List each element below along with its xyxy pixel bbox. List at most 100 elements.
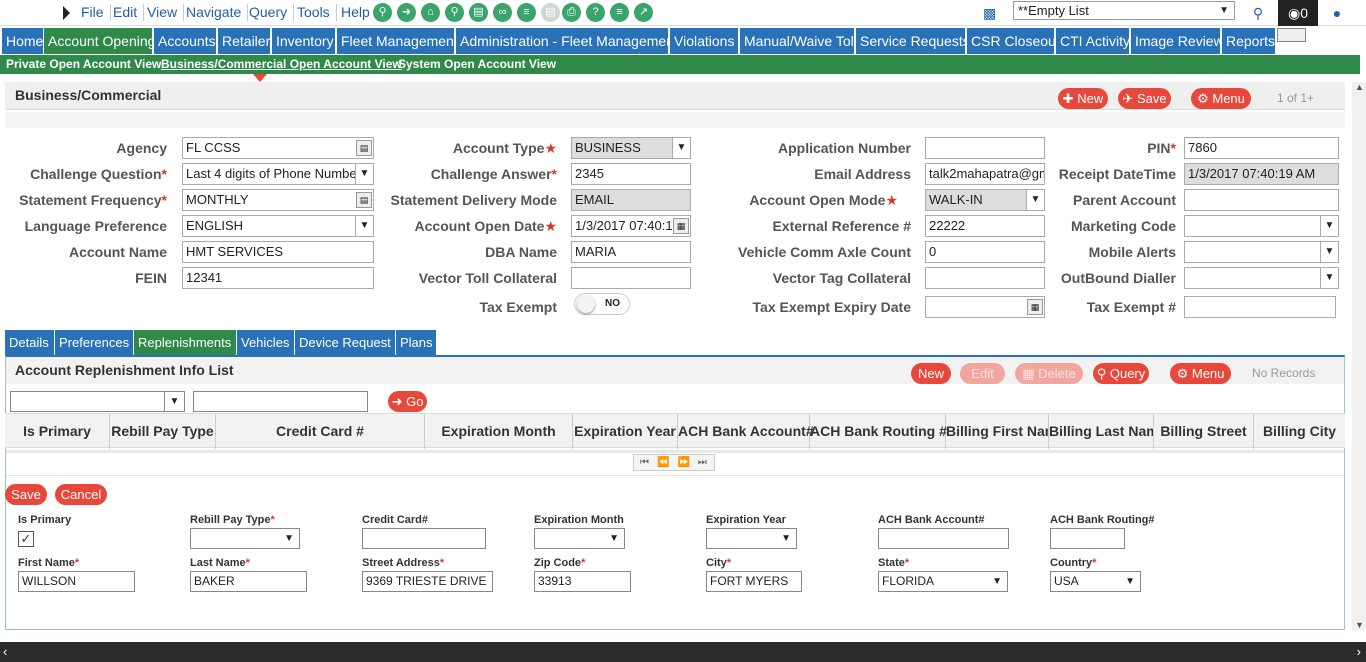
list-select[interactable]: **Empty List ▼ xyxy=(1013,1,1235,20)
list-icon[interactable]: ≡ xyxy=(517,3,536,22)
forward-icon[interactable]: ➜ xyxy=(397,3,416,22)
fein-input[interactable]: 12341 xyxy=(182,267,374,289)
credit-card-input[interactable] xyxy=(362,528,486,549)
vector-tag-collateral-input[interactable] xyxy=(925,267,1045,289)
first-name-input[interactable]: WILLSON xyxy=(18,571,135,592)
col-is-primary[interactable]: Is Primary xyxy=(5,414,110,449)
col-ach-bank-routing[interactable]: ACH Bank Routing # xyxy=(810,414,947,449)
col-billing-first-name[interactable]: Billing First Nam xyxy=(946,414,1049,449)
nav-violations[interactable]: Violations xyxy=(670,28,738,54)
is-primary-checkbox[interactable]: ✓ xyxy=(18,531,34,547)
nav-reports[interactable]: Reports xyxy=(1222,28,1275,54)
tab-vehicles[interactable]: Vehicles xyxy=(237,330,294,355)
new-button[interactable]: ✚ New xyxy=(1058,88,1108,109)
nav-cti-activity[interactable]: CTI Activity xyxy=(1056,28,1130,54)
zip-code-input[interactable]: 33913 xyxy=(534,571,631,592)
menu-edit[interactable]: Edit xyxy=(113,4,145,21)
tab-replenishments[interactable]: Replenishments xyxy=(134,330,236,355)
chat-icon[interactable]: ▩ xyxy=(983,5,996,22)
col-expiration-year[interactable]: Expiration Year xyxy=(573,414,678,449)
menu-navigate[interactable]: Navigate xyxy=(186,4,249,21)
email-address-input[interactable]: talk2mahapatra@gmail.com xyxy=(925,163,1045,185)
vector-toll-collateral-input[interactable] xyxy=(571,267,691,289)
nav-fleet-management[interactable]: Fleet Management xyxy=(337,28,458,54)
nav-overflow-button[interactable] xyxy=(1277,28,1306,42)
search-icon[interactable]: ⚲ xyxy=(1243,0,1273,26)
challenge-answer-input[interactable]: 2345 xyxy=(571,163,691,185)
last-name-input[interactable]: BAKER xyxy=(190,571,307,592)
agency-field[interactable]: FL CCSS ▤ xyxy=(182,137,374,159)
list-menu-button[interactable]: ⚙ Menu xyxy=(1170,363,1231,384)
tab-preferences[interactable]: Preferences xyxy=(55,330,133,355)
menu-tools[interactable]: Tools xyxy=(297,4,337,21)
help-icon[interactable]: ? xyxy=(586,3,605,22)
account-open-date-input[interactable]: 1/3/2017 07:40:19 ▦ xyxy=(571,215,691,237)
document-icon[interactable]: ▤ xyxy=(469,3,488,22)
save-button[interactable]: ✈ Save xyxy=(1118,88,1171,109)
menu-button[interactable]: ⚙ Menu xyxy=(1191,88,1251,109)
nav-retailer[interactable]: Retailer xyxy=(218,28,270,54)
statement-frequency-field[interactable]: MONTHLY ▤ xyxy=(182,189,374,211)
search-icon[interactable]: ⚲ xyxy=(373,3,392,22)
state-select[interactable]: FLORIDA ▼ xyxy=(878,571,1008,592)
challenge-question-select[interactable]: Last 4 digits of Phone Number ▼ xyxy=(182,163,374,185)
nav-manual-waive-toll[interactable]: Manual/Waive Toll xyxy=(740,28,857,54)
marketing-code-select[interactable]: ▼ xyxy=(1184,215,1339,237)
query-value-input[interactable] xyxy=(193,391,368,412)
outbound-dialler-select[interactable]: ▼ xyxy=(1184,267,1339,289)
col-expiration-month[interactable]: Expiration Month xyxy=(425,414,573,449)
parent-account-input[interactable] xyxy=(1184,189,1339,211)
calendar-icon[interactable]: ▦ xyxy=(1027,299,1043,315)
rebill-pay-type-select[interactable]: ▼ xyxy=(190,528,300,549)
vehicle-comm-axle-count-input[interactable]: 0 xyxy=(925,241,1045,263)
col-billing-city[interactable]: Billing City xyxy=(1254,414,1345,449)
tax-exempt-toggle[interactable]: NO xyxy=(574,293,630,315)
ach-bank-routing-input[interactable] xyxy=(1050,528,1125,549)
nav-home[interactable]: Home xyxy=(2,28,43,54)
go-button[interactable]: ➜ Go xyxy=(388,391,427,412)
account-name-input[interactable]: HMT SERVICES xyxy=(182,241,374,263)
scrollbar[interactable]: ▲ ▼ xyxy=(1352,82,1366,630)
subnav-private-open-account[interactable]: Private Open Account View xyxy=(6,57,161,71)
chart-icon[interactable]: ↗ xyxy=(634,3,653,22)
calendar-icon[interactable]: ▦ xyxy=(673,218,689,234)
tab-plans[interactable]: Plans xyxy=(396,330,436,355)
tab-details[interactable]: Details xyxy=(5,330,54,355)
dba-name-input[interactable]: MARIA xyxy=(571,241,691,263)
nav-service-requests[interactable]: Service Requests xyxy=(856,28,970,54)
tax-exempt-expiry-date-input[interactable]: ▦ xyxy=(925,296,1045,318)
external-reference-input[interactable]: 22222 xyxy=(925,215,1045,237)
pager[interactable]: ⏮⏪⏩⏭ xyxy=(633,454,715,471)
mobile-alerts-select[interactable]: ▼ xyxy=(1184,241,1339,263)
menu-toggle-arrow-icon[interactable] xyxy=(63,6,70,20)
street-address-input[interactable]: 9369 TRIESTE DRIVE xyxy=(362,571,493,592)
account-type-select[interactable]: BUSINESS ▼ xyxy=(571,137,691,159)
detail-save-button[interactable]: Save xyxy=(5,484,47,505)
detail-cancel-button[interactable]: Cancel xyxy=(55,484,107,505)
user-icon[interactable]: ● xyxy=(1322,0,1352,26)
country-select[interactable]: USA ▼ xyxy=(1050,571,1141,592)
ach-bank-account-input[interactable] xyxy=(878,528,1009,549)
pin-input[interactable]: 7860 xyxy=(1184,137,1339,159)
col-rebill-pay-type[interactable]: Rebill Pay Type xyxy=(110,414,216,449)
home-icon[interactable]: ⌂ xyxy=(421,3,440,22)
link-icon[interactable]: ∞ xyxy=(493,3,512,22)
scroll-left-icon[interactable]: ‹ xyxy=(3,644,7,659)
menu-query[interactable]: Query xyxy=(249,4,295,21)
key-icon[interactable]: ⚲ xyxy=(445,3,464,22)
col-billing-street[interactable]: Billing Street xyxy=(1154,414,1254,449)
col-ach-bank-account[interactable]: ACH Bank Account# xyxy=(678,414,814,449)
col-billing-last-name[interactable]: Billing Last Nam xyxy=(1049,414,1154,449)
nav-account-opening[interactable]: Account Opening xyxy=(44,28,155,54)
nav-admin-fleet-management[interactable]: Administration - Fleet Management xyxy=(456,28,678,54)
tab-device-request[interactable]: Device Request xyxy=(295,330,395,355)
application-number-input[interactable] xyxy=(925,137,1045,159)
notification-button[interactable]: ◉0 xyxy=(1278,0,1318,26)
menu-view[interactable]: View xyxy=(147,4,185,21)
account-open-mode-select[interactable]: WALK-IN ▼ xyxy=(925,189,1045,211)
tax-exempt-num-input[interactable] xyxy=(1184,296,1336,318)
menu-help[interactable]: Help xyxy=(341,4,376,21)
subnav-business-open-account[interactable]: Business/Commercial Open Account View xyxy=(161,57,402,71)
language-preference-select[interactable]: ENGLISH ▼ xyxy=(182,215,374,237)
menu-file[interactable]: File xyxy=(81,4,111,21)
